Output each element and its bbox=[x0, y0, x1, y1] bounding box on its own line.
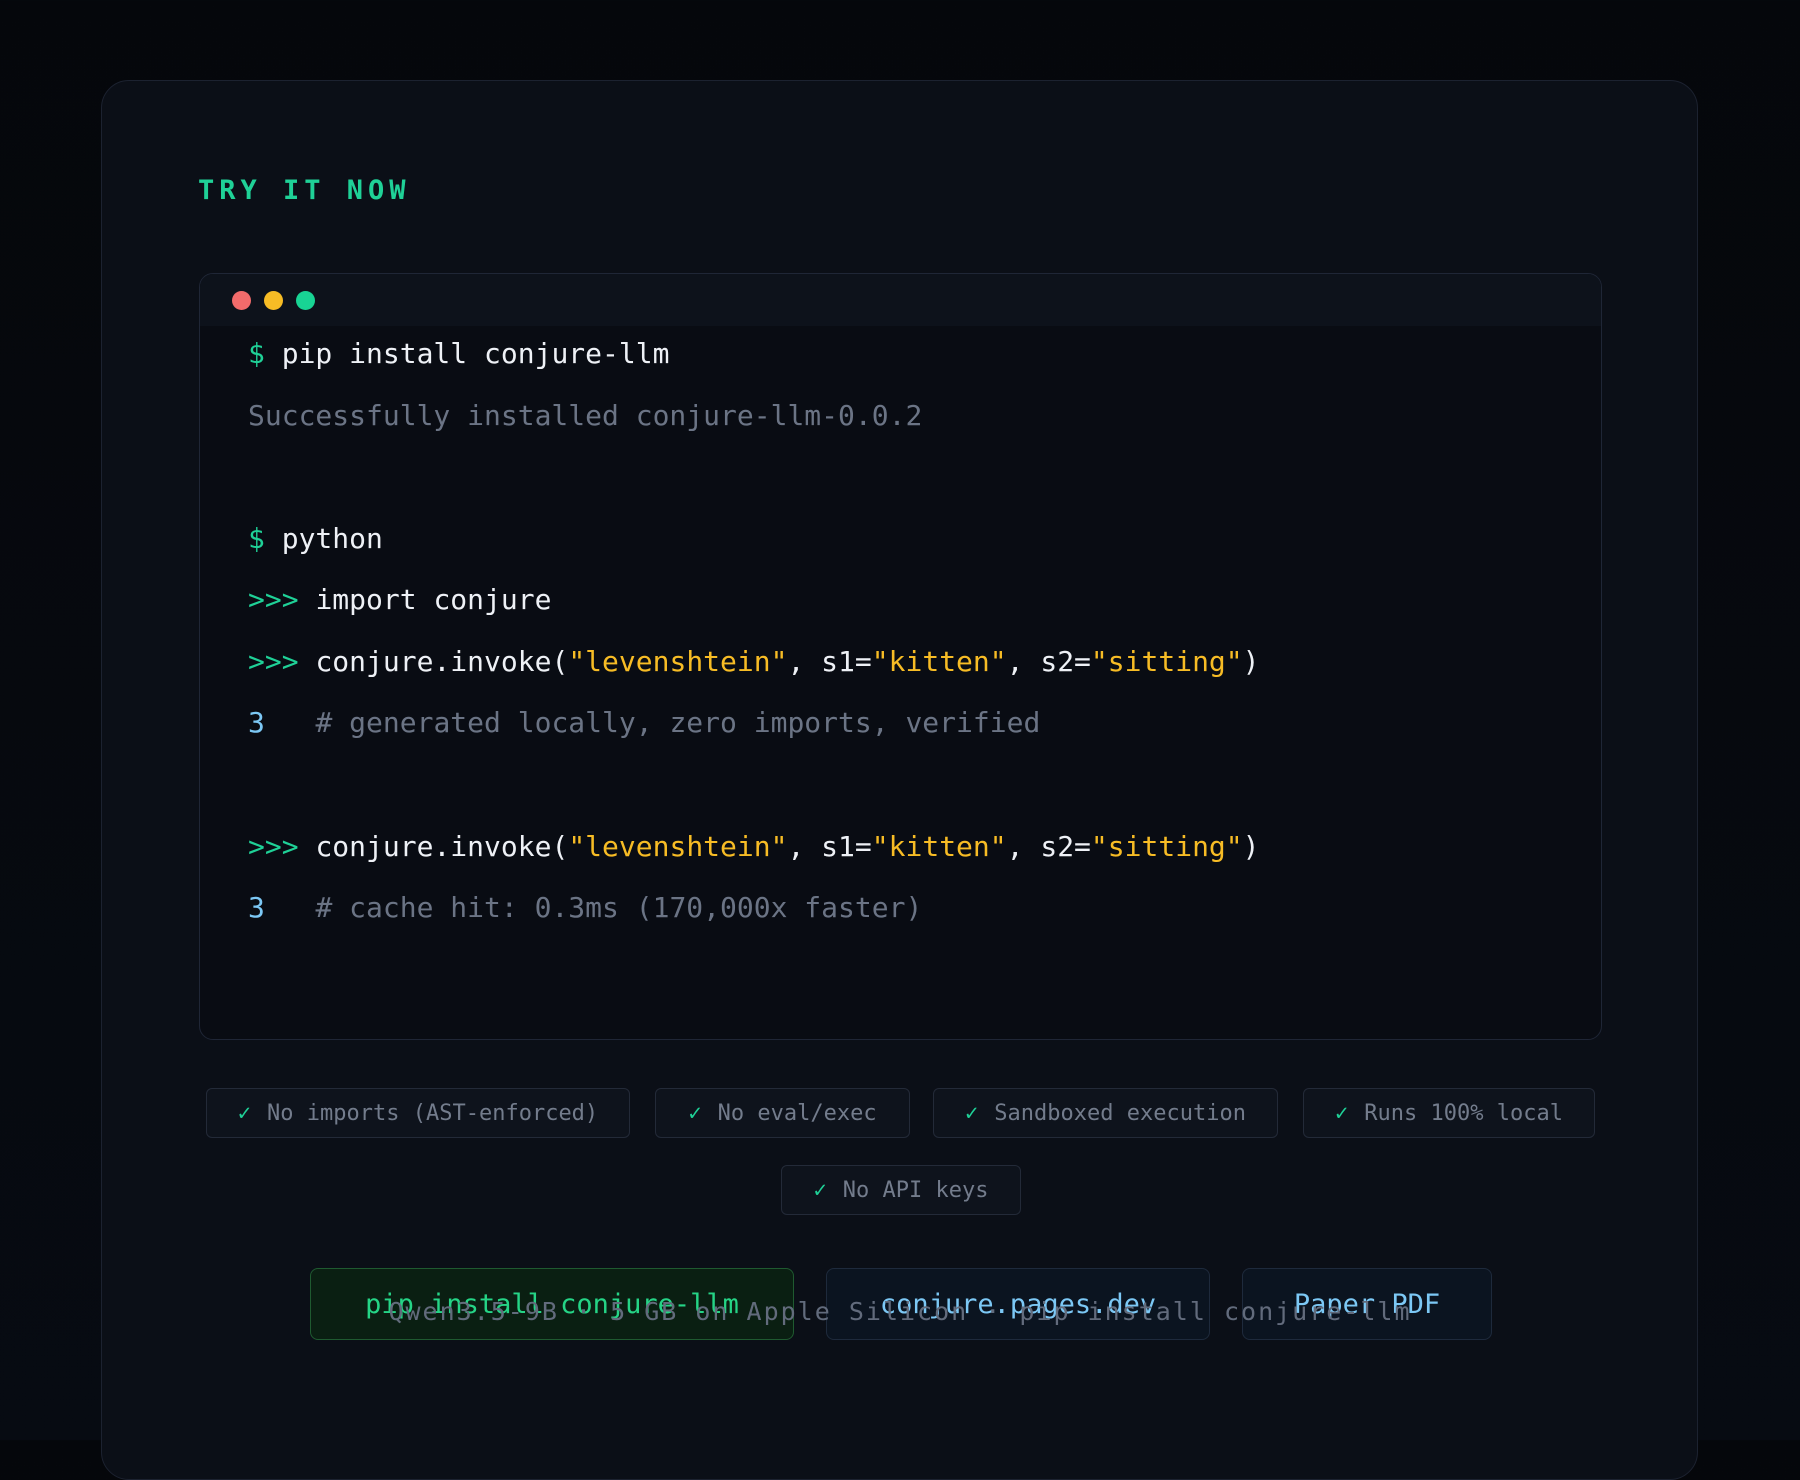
string-literal: "kitten" bbox=[871, 830, 1007, 863]
code-text: , s2= bbox=[1006, 830, 1091, 863]
checkmark-icon: ✓ bbox=[813, 1177, 827, 1203]
result-value: 3 bbox=[248, 706, 265, 739]
terminal-line: 3 # cache hit: 0.3ms (170,000x faster) bbox=[248, 888, 922, 928]
try-it-panel: TRY IT NOW $ pip install conjure-llm Suc… bbox=[101, 80, 1698, 1480]
code-text: ) bbox=[1242, 645, 1260, 678]
footer-caption: Qwen3.5-9B · 5 GB on Apple Silicon · pip… bbox=[388, 1297, 1412, 1326]
feature-chip-label: Runs 100% local bbox=[1364, 1100, 1563, 1126]
repl-prompt: >>> bbox=[248, 583, 299, 616]
command-text: python bbox=[281, 522, 383, 555]
string-literal: "levenshtein" bbox=[568, 830, 788, 863]
repl-prompt: >>> bbox=[248, 830, 299, 863]
code-text: ) bbox=[1242, 830, 1260, 863]
checkmark-icon: ✓ bbox=[237, 1100, 252, 1126]
checkmark-icon: ✓ bbox=[965, 1100, 979, 1126]
section-eyebrow: TRY IT NOW bbox=[198, 175, 411, 206]
terminal-line: $ pip install conjure-llm bbox=[248, 334, 669, 374]
string-literal: "kitten" bbox=[871, 645, 1007, 678]
repl-prompt: >>> bbox=[248, 645, 299, 678]
feature-chip-no-api-keys: ✓ No API keys bbox=[781, 1165, 1021, 1215]
minimize-dot-icon bbox=[264, 291, 283, 310]
terminal-output: Successfully installed conjure-llm-0.0.2 bbox=[248, 399, 923, 432]
terminal-line: $ python bbox=[248, 519, 383, 559]
maximize-dot-icon bbox=[296, 291, 315, 310]
code-comment: # generated locally, zero imports, verif… bbox=[315, 706, 1041, 739]
terminal-line: 3 # generated locally, zero imports, ver… bbox=[248, 703, 1040, 743]
code-text: conjure.invoke( bbox=[315, 645, 569, 678]
code-comment: # cache hit: 0.3ms (170,000x faster) bbox=[315, 891, 923, 924]
terminal-line: >>> conjure.invoke("levenshtein", s1="ki… bbox=[248, 642, 1260, 682]
result-value: 3 bbox=[248, 891, 265, 924]
terminal-titlebar bbox=[200, 274, 1601, 326]
string-literal: "sitting" bbox=[1090, 830, 1243, 863]
feature-chip-no-eval: ✓ No eval/exec bbox=[655, 1088, 910, 1138]
feature-chip-sandboxed: ✓ Sandboxed execution bbox=[933, 1088, 1278, 1138]
command-text: pip install conjure-llm bbox=[281, 337, 670, 370]
checkmark-icon: ✓ bbox=[688, 1100, 702, 1126]
terminal-line: >>> conjure.invoke("levenshtein", s1="ki… bbox=[248, 827, 1260, 867]
feature-chip-local: ✓ Runs 100% local bbox=[1303, 1088, 1595, 1138]
close-dot-icon bbox=[232, 291, 251, 310]
feature-chip-label: No imports (AST-enforced) bbox=[267, 1100, 599, 1126]
code-text: conjure.invoke( bbox=[315, 830, 569, 863]
shell-prompt: $ bbox=[248, 522, 265, 555]
code-text: , s1= bbox=[787, 830, 872, 863]
feature-chip-label: No API keys bbox=[842, 1177, 989, 1203]
feature-chip-no-imports: ✓ No imports (AST-enforced) bbox=[206, 1088, 630, 1138]
shell-prompt: $ bbox=[248, 337, 265, 370]
feature-chip-label: Sandboxed execution bbox=[994, 1100, 1246, 1126]
code-text: , s2= bbox=[1006, 645, 1091, 678]
feature-chip-label: No eval/exec bbox=[717, 1100, 877, 1126]
terminal-window: $ pip install conjure-llm Successfully i… bbox=[199, 273, 1602, 1040]
checkmark-icon: ✓ bbox=[1335, 1100, 1349, 1126]
string-literal: "sitting" bbox=[1090, 645, 1243, 678]
terminal-line: >>> import conjure bbox=[248, 580, 551, 620]
code-text: , s1= bbox=[787, 645, 872, 678]
string-literal: "levenshtein" bbox=[568, 645, 788, 678]
code-text: import conjure bbox=[315, 583, 552, 616]
